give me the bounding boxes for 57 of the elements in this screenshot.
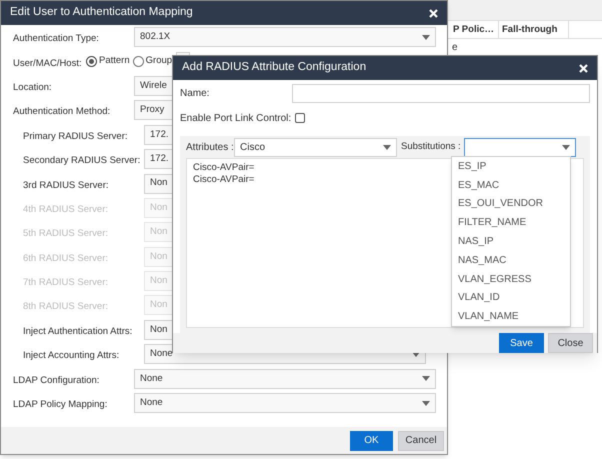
dropdown-field[interactable] [464, 138, 576, 156]
field-label: Substitutions : [401, 140, 461, 154]
radio-label: Group [146, 54, 172, 68]
dropdown-option[interactable]: VLAN_ID [452, 288, 570, 308]
caret-icon [562, 144, 570, 150]
text-line: Cisco-AVPair= [193, 174, 254, 186]
dropdown-option[interactable]: ES_MAC [452, 176, 570, 195]
dropdown-option[interactable]: VLAN_EGRESS [452, 270, 570, 289]
column-header[interactable]: P Polic… [450, 21, 499, 38]
field-label: 6th RADIUS Server: [23, 252, 108, 264]
dropdown-field[interactable]: Cisco [234, 138, 397, 156]
primary-button[interactable]: Save [499, 333, 544, 353]
secondary-button[interactable]: Close [548, 333, 593, 353]
text-line: Cisco-AVPair= [193, 162, 254, 174]
dropdown-field[interactable]: None [134, 368, 436, 389]
caret-icon [422, 34, 430, 40]
table-cell-text: e [451, 41, 459, 55]
field-label: 3rd RADIUS Server: [23, 180, 109, 191]
primary-button[interactable]: OK [350, 430, 393, 450]
field-label: Authentication Method: [13, 106, 110, 118]
field-label: LDAP Policy Mapping: [13, 399, 108, 410]
close-icon[interactable] [429, 8, 438, 18]
field-label: 8th RADIUS Server: [23, 301, 108, 312]
field-label: Enable Port Link Control: [180, 112, 292, 126]
caret-icon [422, 376, 430, 382]
field-label: 7th RADIUS Server: [23, 277, 108, 288]
field-label: Authentication Type: [13, 33, 99, 44]
dialog-title: Add RADIUS Attribute Configuration [182, 60, 366, 76]
dropdown-option[interactable]: FILTER_NAME [452, 213, 570, 232]
field-label: Attributes : [186, 140, 234, 154]
dropdown-option[interactable]: NAS_IP [452, 232, 570, 251]
field-label: Inject Authentication Attrs: [23, 326, 132, 337]
radio-button[interactable] [132, 56, 144, 68]
dropdown-option[interactable]: ES_OUI_VENDOR [452, 194, 570, 214]
caret-icon [422, 400, 430, 406]
field-label: Secondary RADIUS Server: [23, 155, 140, 166]
name-input[interactable] [292, 84, 590, 102]
dropdown-option[interactable]: VLAN_NAME [452, 307, 570, 326]
field-label: Primary RADIUS Server: [23, 130, 128, 142]
dropdown-option[interactable]: ES_IP [452, 157, 570, 176]
checkbox[interactable] [295, 113, 305, 123]
column-header[interactable]: Fall-through [499, 21, 569, 38]
dropdown-field[interactable]: 802.1X [134, 27, 436, 48]
field-label: 5th RADIUS Server: [23, 228, 108, 240]
radio-button[interactable] [86, 56, 97, 68]
field-label: User/MAC/Host: [13, 58, 82, 69]
dialog-title: Edit User to Authentication Mapping [10, 5, 193, 20]
field-label: Name: [180, 86, 210, 100]
field-label: Inject Accounting Attrs: [23, 350, 120, 362]
field-label: Location: [13, 82, 52, 93]
field-label: 4th RADIUS Server: [23, 204, 108, 215]
dropdown-option[interactable]: NAS_MAC [452, 250, 570, 270]
field-label: LDAP Configuration: [13, 374, 100, 386]
close-icon[interactable] [579, 64, 588, 72]
secondary-button[interactable]: Cancel [398, 430, 444, 450]
radio-label: Pattern [99, 54, 130, 68]
dropdown-field[interactable]: None [134, 393, 436, 414]
